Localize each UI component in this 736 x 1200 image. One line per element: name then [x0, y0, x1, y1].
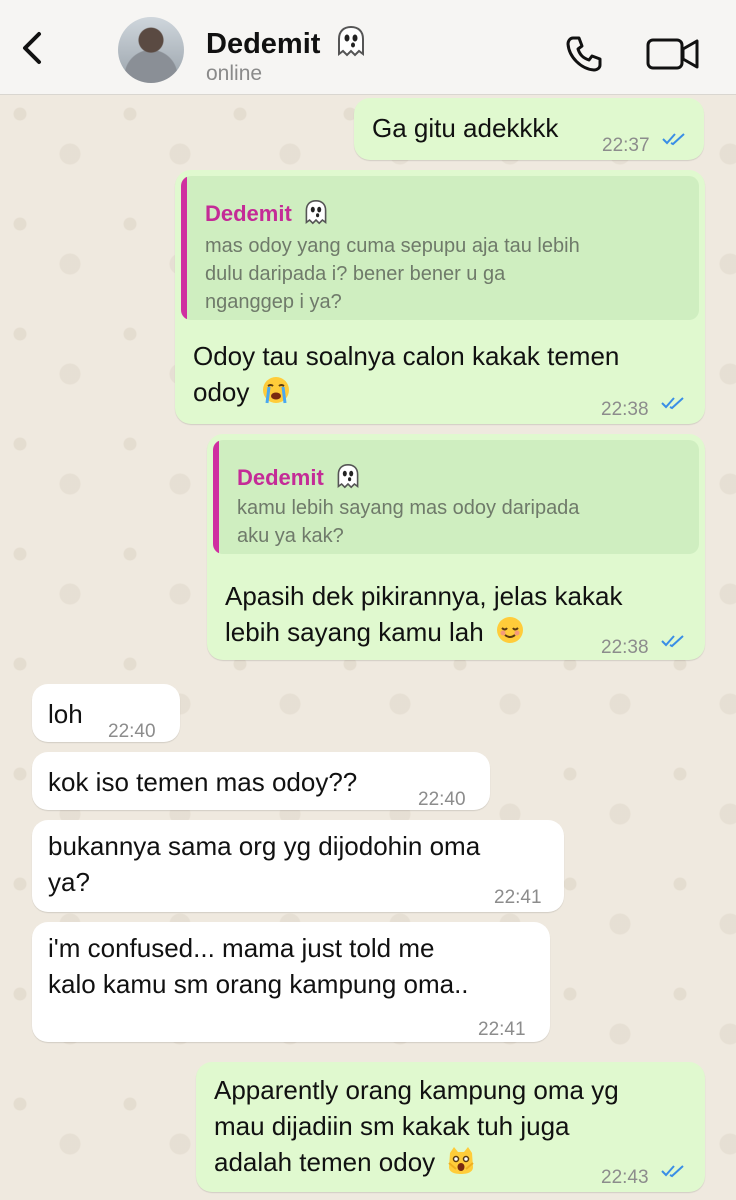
message-text: bukannya sama org yg dijodohin oma ya?	[48, 828, 480, 900]
contact-status: online	[206, 62, 263, 85]
message-text: Odoy tau soalnya calon kakak temen odoy	[193, 338, 619, 410]
message-text: Apparently orang kampung oma yg mau dija…	[214, 1072, 619, 1180]
message-text-line: Apasih dek pikirannya, jelas kakak	[225, 581, 623, 611]
message-text: Apasih dek pikirannya, jelas kakak lebih…	[225, 578, 622, 650]
quoted-message[interactable]: Dedemit kamu lebih sayang mas odoy darip…	[213, 440, 699, 554]
ghost-icon	[305, 199, 327, 225]
message-text: kok iso temen mas odoy??	[48, 767, 358, 797]
message-text: Ga gitu adekkkk	[372, 113, 559, 143]
weary-cat-face-icon	[448, 1147, 475, 1174]
message-text-line-with-emoji: adalah temen odoy	[214, 1144, 619, 1180]
quoted-sender: Dedemit	[237, 460, 360, 496]
relieved-face-icon	[496, 617, 523, 643]
message-text-line: ya?	[48, 867, 90, 897]
message-time: 22:38	[601, 637, 649, 658]
message-text: i'm confused... mama just told me kalo k…	[48, 930, 469, 1002]
message-bubble-incoming[interactable]: i'm confused... mama just told me kalo k…	[32, 922, 550, 1042]
contact-name-row[interactable]: Dedemit	[206, 25, 366, 61]
quoted-sender: Dedemit	[205, 196, 328, 232]
message-bubble-incoming[interactable]: loh 22:40	[32, 684, 180, 742]
quote-accent-bar	[181, 176, 187, 320]
message-text-line: Odoy tau soalnya calon kakak temen	[193, 341, 620, 371]
message-text-line: Apparently orang kampung oma yg	[214, 1075, 619, 1105]
read-ticks-icon	[662, 133, 685, 146]
ghost-icon	[337, 463, 359, 489]
message-text-line: lebih sayang kamu lah	[225, 617, 484, 647]
ghost-icon	[338, 25, 365, 57]
message-bubble-incoming[interactable]: kok iso temen mas odoy?? 22:40	[32, 752, 490, 810]
back-button[interactable]	[14, 30, 50, 66]
message-bubble-incoming[interactable]: bukannya sama org yg dijodohin oma ya? 2…	[32, 820, 564, 912]
message-text-line: i'm confused... mama just told me	[48, 933, 435, 963]
chat-header: Dedemit online	[0, 0, 736, 95]
quoted-text-line: nganggep i ya?	[205, 291, 342, 313]
quoted-text-line: aku ya kak?	[237, 525, 344, 547]
message-time: 22:41	[478, 1019, 526, 1040]
message-text-line-with-emoji: lebih sayang kamu lah	[225, 614, 622, 650]
read-ticks-icon	[661, 1165, 684, 1178]
message-text: loh	[48, 699, 83, 729]
quoted-text: kamu lebih sayang mas odoy daripada aku …	[237, 494, 579, 550]
message-time: 22:41	[494, 887, 542, 908]
video-camera-icon	[646, 38, 699, 70]
message-bubble-outgoing[interactable]: Dedemit kamu lebih sayang mas odoy darip…	[207, 434, 705, 660]
message-bubble-outgoing[interactable]: Dedemit mas odoy yang cuma sepupu aja ta…	[175, 170, 705, 424]
quoted-text-line: kamu lebih sayang mas odoy daripada	[237, 497, 580, 519]
chevron-left-icon	[23, 32, 41, 64]
quoted-sender-name: Dedemit	[237, 465, 324, 490]
message-time: 22:37	[602, 135, 650, 156]
message-text-line: adalah temen odoy	[214, 1147, 436, 1177]
message-time: 22:43	[601, 1167, 649, 1188]
message-text-line: odoy	[193, 377, 250, 407]
message-bubble-outgoing[interactable]: Ga gitu adekkkk 22:37	[354, 98, 704, 160]
quoted-message[interactable]: Dedemit mas odoy yang cuma sepupu aja ta…	[181, 176, 699, 320]
quoted-sender-name: Dedemit	[205, 201, 292, 226]
message-text-line-with-emoji: odoy	[193, 374, 619, 410]
message-time: 22:38	[601, 399, 649, 420]
contact-name: Dedemit	[206, 28, 321, 60]
quoted-text-line: dulu daripada i? bener bener u ga	[205, 263, 506, 285]
phone-icon	[566, 36, 602, 72]
voice-call-button[interactable]	[564, 34, 604, 74]
message-time: 22:40	[418, 789, 466, 810]
video-call-button[interactable]	[646, 36, 700, 72]
loudly-crying-face-icon	[262, 377, 289, 404]
avatar[interactable]	[118, 17, 184, 83]
quote-accent-bar	[213, 440, 219, 554]
message-text-line: kalo kamu sm orang kampung oma..	[48, 969, 469, 999]
read-ticks-icon	[661, 397, 684, 410]
quoted-text: mas odoy yang cuma sepupu aja tau lebih …	[205, 232, 580, 316]
message-text-line: bukannya sama org yg dijodohin oma	[48, 831, 481, 861]
read-ticks-icon	[661, 635, 684, 648]
quoted-text-line: mas odoy yang cuma sepupu aja tau lebih	[205, 235, 580, 257]
message-bubble-outgoing[interactable]: Apparently orang kampung oma yg mau dija…	[196, 1062, 705, 1192]
message-time: 22:40	[108, 721, 156, 742]
message-text-line: mau dijadiin sm kakak tuh juga	[214, 1111, 570, 1141]
